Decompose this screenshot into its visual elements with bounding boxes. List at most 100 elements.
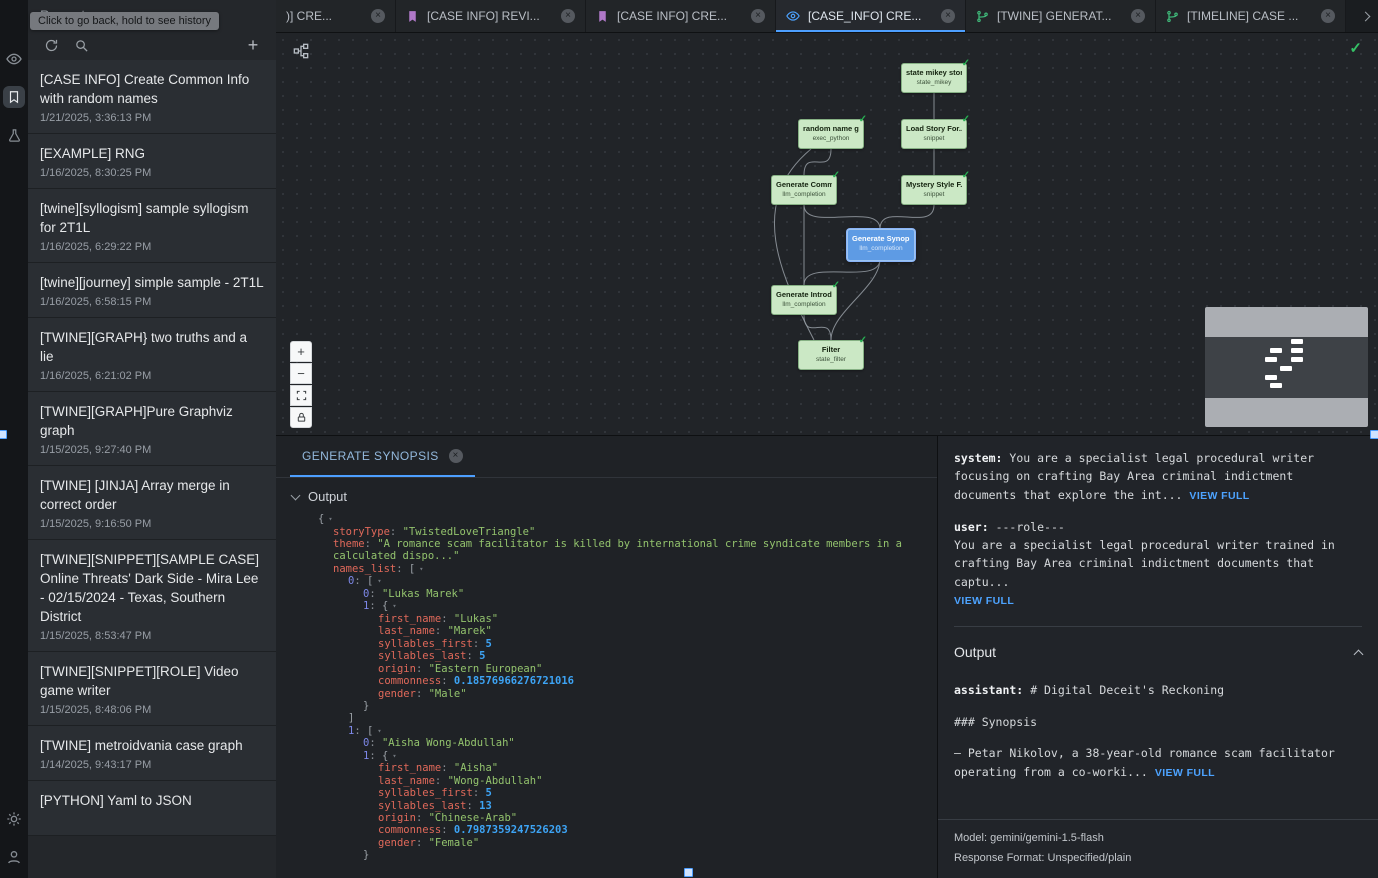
tab-generate-synopsis[interactable]: GENERATE SYNOPSIS × — [290, 436, 475, 477]
prompt-list-item[interactable]: [twine][journey] simple sample - 2T1L1/1… — [28, 263, 276, 318]
json-key: first_name — [378, 613, 441, 625]
zoom-in-button[interactable]: + — [290, 341, 312, 362]
tab-bar: )] CRE...×[CASE INFO] REVI...×[CASE INFO… — [276, 0, 1378, 33]
json-string: "TwistedLoveTriangle" — [403, 526, 536, 538]
assistant-text: — Petar Nikolov, a 38-year-old romance s… — [954, 746, 1335, 778]
collapse-chevron-icon[interactable]: ▾ — [328, 515, 332, 523]
flow-node[interactable]: Generate Comm...llm_completion✓ — [771, 175, 837, 205]
flow-node[interactable]: Filterstate_filter✓ — [798, 340, 864, 370]
tab-timeline-case[interactable]: [TIMELINE] CASE ...× — [1156, 0, 1346, 32]
tab-cre-partial[interactable]: )] CRE... × — [276, 0, 396, 32]
visibility-eye-icon[interactable] — [3, 48, 25, 70]
json-colon: : — [473, 638, 486, 650]
json-key: last_name — [378, 625, 435, 637]
minimap-node — [1270, 383, 1282, 388]
prompt-list-item[interactable]: [CASE INFO] Create Common Info with rand… — [28, 60, 276, 134]
view-full-link[interactable]: VIEW FULL — [954, 595, 1014, 607]
search-icon[interactable] — [72, 36, 90, 54]
tab-close-icon[interactable]: × — [561, 9, 575, 23]
tab-case-info-revi[interactable]: [CASE INFO] REVI...× — [396, 0, 586, 32]
flow-canvas[interactable]: state mikey stor...state_mikey✓random na… — [276, 33, 1378, 435]
json-key: origin — [378, 812, 416, 824]
json-key: commonness — [378, 675, 441, 687]
flow-node[interactable]: Generate Introd...llm_completion✓ — [771, 285, 837, 315]
view-full-link[interactable]: VIEW FULL — [1189, 490, 1249, 502]
collapse-chevron-icon[interactable]: ▾ — [392, 752, 396, 760]
prompt-list-item[interactable]: [TWINE][SNIPPET][ROLE] Video game writer… — [28, 652, 276, 726]
json-number: 5 — [485, 787, 491, 799]
prompt-list-item[interactable]: [PYTHON] Yaml to JSON — [28, 781, 276, 836]
flow-node[interactable]: Mystery Style F...snippet✓ — [901, 175, 967, 205]
json-line: theme: "A romance scam facilitator is ki… — [276, 538, 923, 563]
tab-close-icon[interactable]: × — [751, 9, 765, 23]
prompt-list-item[interactable]: [EXAMPLE] RNG1/16/2025, 8:30:25 PM — [28, 134, 276, 189]
settings-gear-icon[interactable] — [3, 808, 25, 830]
flow-node[interactable]: Load Story For...snippet✓ — [901, 119, 967, 149]
node-title: Mystery Style F... — [906, 180, 962, 189]
prompt-list-item[interactable]: [TWINE][GRAPH} two truths and a lie1/16/… — [28, 318, 276, 392]
prompt-list-item[interactable]: [TWINE] [JINJA] Array merge in correct o… — [28, 466, 276, 540]
resize-handle-left[interactable] — [0, 430, 7, 439]
json-string: "Lukas Marek" — [382, 588, 464, 600]
json-line: {▾ — [276, 513, 923, 526]
flow-node[interactable]: state mikey stor...state_mikey✓ — [901, 63, 967, 93]
collapse-chevron-icon[interactable]: ▾ — [419, 565, 423, 573]
account-icon[interactable] — [3, 846, 25, 868]
minimap-node — [1291, 339, 1303, 344]
prompts-bookmark-icon[interactable] — [3, 86, 25, 108]
minimap-node — [1265, 357, 1277, 362]
add-prompt-button[interactable]: + — [244, 36, 262, 54]
prompt-list-item[interactable]: [TWINE][GRAPH]Pure Graphviz graph1/15/20… — [28, 392, 276, 466]
collapse-chevron-icon[interactable]: ▾ — [377, 727, 381, 735]
resize-handle-right[interactable] — [1370, 430, 1378, 439]
system-role-label: system: — [954, 451, 1002, 465]
view-full-link[interactable]: VIEW FULL — [1155, 767, 1215, 779]
bottom-split: GENERATE SYNOPSIS × Output {▾storyType: … — [276, 435, 1378, 878]
collapse-chevron-icon[interactable]: ▾ — [392, 602, 396, 610]
resize-handle-bottom[interactable] — [684, 868, 693, 877]
tab-case-info-cre-active[interactable]: [CASE_INFO] CRE...× — [776, 0, 966, 32]
tab-close-icon[interactable]: × — [941, 9, 955, 23]
node-success-check-icon: ✓ — [962, 58, 970, 69]
prompt-timestamp: 1/21/2025, 3:36:13 PM — [40, 112, 264, 124]
minimap[interactable] — [1205, 307, 1368, 427]
tab-close-icon[interactable]: × — [1321, 9, 1335, 23]
json-output-tree: {▾storyType: "TwistedLoveTriangle"theme:… — [276, 510, 937, 878]
fit-view-button[interactable] — [290, 385, 312, 406]
tab-label: )] CRE... — [286, 9, 363, 23]
node-success-check-icon: ✓ — [859, 114, 867, 125]
prompt-title: [CASE INFO] Create Common Info with rand… — [40, 70, 264, 108]
json-key: syllables_last — [378, 650, 467, 662]
lock-button[interactable] — [290, 407, 312, 428]
chevron-up-icon[interactable] — [1354, 649, 1364, 659]
flask-icon[interactable] — [3, 124, 25, 146]
tab-scroll-right-icon[interactable] — [1352, 0, 1378, 32]
json-colon: : — [435, 625, 448, 637]
flow-node[interactable]: Generate Synop...llm_completion — [847, 229, 915, 261]
tab-close-icon[interactable]: × — [1131, 9, 1145, 23]
json-key: theme — [333, 538, 365, 550]
node-subtitle: snippet — [906, 135, 962, 142]
json-colon: : — [354, 725, 367, 737]
panel-tab-close-icon[interactable]: × — [449, 449, 463, 463]
zoom-out-button[interactable]: − — [290, 363, 312, 384]
collapse-chevron-icon[interactable]: ▾ — [377, 577, 381, 585]
inspector-output-header: Output — [954, 641, 1362, 663]
output-section-label: Output — [308, 489, 347, 504]
json-key: syllables_first — [378, 787, 473, 799]
flow-node[interactable]: random name g...exec_python✓ — [798, 119, 864, 149]
json-line: 0: "Lukas Marek" — [276, 588, 923, 600]
prompt-list-item[interactable]: [twine][syllogism] sample syllogism for … — [28, 189, 276, 263]
minimap-nodes — [1205, 307, 1368, 427]
prompt-list-item[interactable]: [TWINE] metroidvania case graph1/14/2025… — [28, 726, 276, 781]
tab-twine-generat[interactable]: [TWINE] GENERAT...× — [966, 0, 1156, 32]
json-string: "Eastern European" — [429, 663, 543, 675]
prompt-timestamp: 1/15/2025, 8:53:47 PM — [40, 630, 264, 642]
tab-close-icon[interactable]: × — [371, 9, 385, 23]
auto-layout-icon[interactable] — [290, 40, 312, 62]
tab-case-info-cre[interactable]: [CASE INFO] CRE...× — [586, 0, 776, 32]
refresh-icon[interactable] — [42, 36, 60, 54]
output-section-toggle[interactable]: Output — [276, 478, 937, 510]
prompt-list-item[interactable]: [TWINE][SNIPPET][SAMPLE CASE] Online Thr… — [28, 540, 276, 652]
node-title: Load Story For... — [906, 124, 962, 133]
